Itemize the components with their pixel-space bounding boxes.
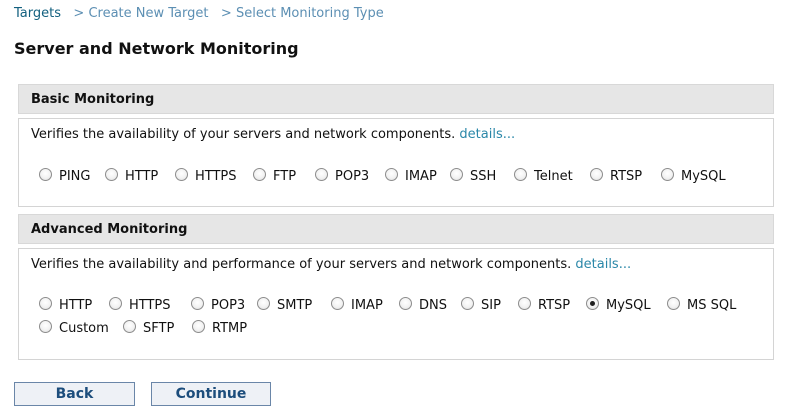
basic-option-label: PING bbox=[59, 169, 91, 184]
basic-option-ssh[interactable]: SSH bbox=[450, 168, 496, 184]
basic-option-label: MySQL bbox=[681, 169, 726, 184]
advanced-option-rtmp[interactable]: RTMP bbox=[192, 320, 247, 336]
advanced-option-sip[interactable]: SIP bbox=[461, 297, 501, 313]
basic-radio-rtsp[interactable] bbox=[590, 168, 603, 181]
advanced-option-sftp[interactable]: SFTP bbox=[123, 320, 174, 336]
basic-details-link[interactable]: details... bbox=[459, 127, 515, 142]
advanced-option-label: MS SQL bbox=[687, 298, 737, 313]
advanced-option-label: DNS bbox=[419, 298, 447, 313]
advanced-option-smtp[interactable]: SMTP bbox=[257, 297, 312, 313]
advanced-option-mysql[interactable]: MySQL bbox=[586, 297, 651, 313]
basic-option-label: RTSP bbox=[610, 169, 643, 184]
page-title: Server and Network Monitoring bbox=[14, 39, 299, 58]
advanced-option-label: IMAP bbox=[351, 298, 383, 313]
basic-monitoring-description: Verifies the availability of your server… bbox=[31, 127, 456, 142]
basic-option-imap[interactable]: IMAP bbox=[385, 168, 437, 184]
basic-radio-telnet[interactable] bbox=[514, 168, 527, 181]
advanced-option-label: Custom bbox=[59, 321, 109, 336]
advanced-option-https[interactable]: HTTPS bbox=[109, 297, 171, 313]
basic-option-telnet[interactable]: Telnet bbox=[514, 168, 573, 184]
advanced-monitoring-body: Verifies the availability and performanc… bbox=[18, 248, 774, 360]
breadcrumb-separator-glyph: > bbox=[220, 6, 232, 21]
advanced-option-label: POP3 bbox=[211, 298, 246, 313]
advanced-radio-custom[interactable] bbox=[39, 320, 52, 333]
advanced-radio-sip[interactable] bbox=[461, 297, 474, 310]
basic-option-mysql[interactable]: MySQL bbox=[661, 168, 726, 184]
advanced-radio-imap[interactable] bbox=[331, 297, 344, 310]
advanced-option-rtsp[interactable]: RTSP bbox=[518, 297, 570, 313]
basic-monitoring-header: Basic Monitoring bbox=[18, 84, 774, 114]
advanced-option-custom[interactable]: Custom bbox=[39, 320, 109, 336]
advanced-option-label: MySQL bbox=[606, 298, 651, 313]
basic-option-https[interactable]: HTTPS bbox=[175, 168, 237, 184]
basic-radio-imap[interactable] bbox=[385, 168, 398, 181]
basic-option-label: SSH bbox=[470, 169, 497, 184]
advanced-radio-dns[interactable] bbox=[399, 297, 412, 310]
basic-option-label: FTP bbox=[273, 169, 297, 184]
advanced-monitoring-description: Verifies the availability and performanc… bbox=[31, 257, 572, 272]
basic-option-ping[interactable]: PING bbox=[39, 168, 90, 184]
breadcrumb-separator-glyph: > bbox=[73, 6, 85, 21]
advanced-option-http[interactable]: HTTP bbox=[39, 297, 92, 313]
breadcrumb-separator: > bbox=[213, 6, 236, 21]
basic-monitoring-description-line: Verifies the availability of your server… bbox=[31, 127, 515, 142]
advanced-details-link[interactable]: details... bbox=[575, 257, 631, 272]
advanced-option-dns[interactable]: DNS bbox=[399, 297, 447, 313]
advanced-radio-mysql[interactable] bbox=[586, 297, 599, 310]
advanced-option-imap[interactable]: IMAP bbox=[331, 297, 383, 313]
advanced-option-label: SFTP bbox=[143, 321, 175, 336]
basic-option-label: POP3 bbox=[335, 169, 370, 184]
basic-radio-ssh[interactable] bbox=[450, 168, 463, 181]
advanced-radio-rtmp[interactable] bbox=[192, 320, 205, 333]
advanced-radio-http[interactable] bbox=[39, 297, 52, 310]
advanced-option-label: HTTPS bbox=[129, 298, 171, 313]
basic-option-label: IMAP bbox=[405, 169, 437, 184]
breadcrumb-item-create-new-target[interactable]: Create New Target bbox=[88, 6, 208, 21]
basic-radio-pop3[interactable] bbox=[315, 168, 328, 181]
basic-option-http[interactable]: HTTP bbox=[105, 168, 158, 184]
continue-button[interactable]: Continue bbox=[151, 382, 271, 406]
advanced-radio-ms-sql[interactable] bbox=[667, 297, 680, 310]
breadcrumb-item-select-monitoring-type: Select Monitoring Type bbox=[235, 6, 384, 21]
basic-radio-ftp[interactable] bbox=[253, 168, 266, 181]
basic-option-label: Telnet bbox=[534, 169, 573, 184]
advanced-option-ms-sql[interactable]: MS SQL bbox=[667, 297, 736, 313]
breadcrumb-item-targets[interactable]: Targets bbox=[14, 6, 61, 21]
advanced-monitoring-section: Advanced Monitoring Verifies the availab… bbox=[18, 214, 774, 360]
advanced-option-label: HTTP bbox=[59, 298, 93, 313]
advanced-radio-pop3[interactable] bbox=[191, 297, 204, 310]
basic-monitoring-body: Verifies the availability of your server… bbox=[18, 118, 774, 207]
advanced-monitoring-header: Advanced Monitoring bbox=[18, 214, 774, 244]
basic-option-label: HTTPS bbox=[195, 169, 237, 184]
advanced-option-label: SIP bbox=[481, 298, 501, 313]
back-button[interactable]: Back bbox=[14, 382, 135, 406]
page: Targets > Create New Target > Select Mon… bbox=[0, 0, 790, 413]
advanced-radio-https[interactable] bbox=[109, 297, 122, 310]
basic-radio-http[interactable] bbox=[105, 168, 118, 181]
advanced-radio-sftp[interactable] bbox=[123, 320, 136, 333]
breadcrumb: Targets > Create New Target > Select Mon… bbox=[14, 6, 384, 21]
basic-radio-ping[interactable] bbox=[39, 168, 52, 181]
basic-option-ftp[interactable]: FTP bbox=[253, 168, 296, 184]
basic-radio-mysql[interactable] bbox=[661, 168, 674, 181]
basic-option-label: HTTP bbox=[125, 169, 159, 184]
advanced-option-label: RTSP bbox=[538, 298, 571, 313]
advanced-radio-smtp[interactable] bbox=[257, 297, 270, 310]
basic-monitoring-section: Basic Monitoring Verifies the availabili… bbox=[18, 84, 774, 207]
advanced-option-label: SMTP bbox=[277, 298, 313, 313]
advanced-option-label: RTMP bbox=[212, 321, 248, 336]
breadcrumb-separator: > bbox=[65, 6, 88, 21]
basic-radio-https[interactable] bbox=[175, 168, 188, 181]
advanced-monitoring-description-line: Verifies the availability and performanc… bbox=[31, 257, 631, 272]
advanced-radio-rtsp[interactable] bbox=[518, 297, 531, 310]
advanced-option-pop3[interactable]: POP3 bbox=[191, 297, 245, 313]
basic-option-pop3[interactable]: POP3 bbox=[315, 168, 369, 184]
basic-option-rtsp[interactable]: RTSP bbox=[590, 168, 642, 184]
